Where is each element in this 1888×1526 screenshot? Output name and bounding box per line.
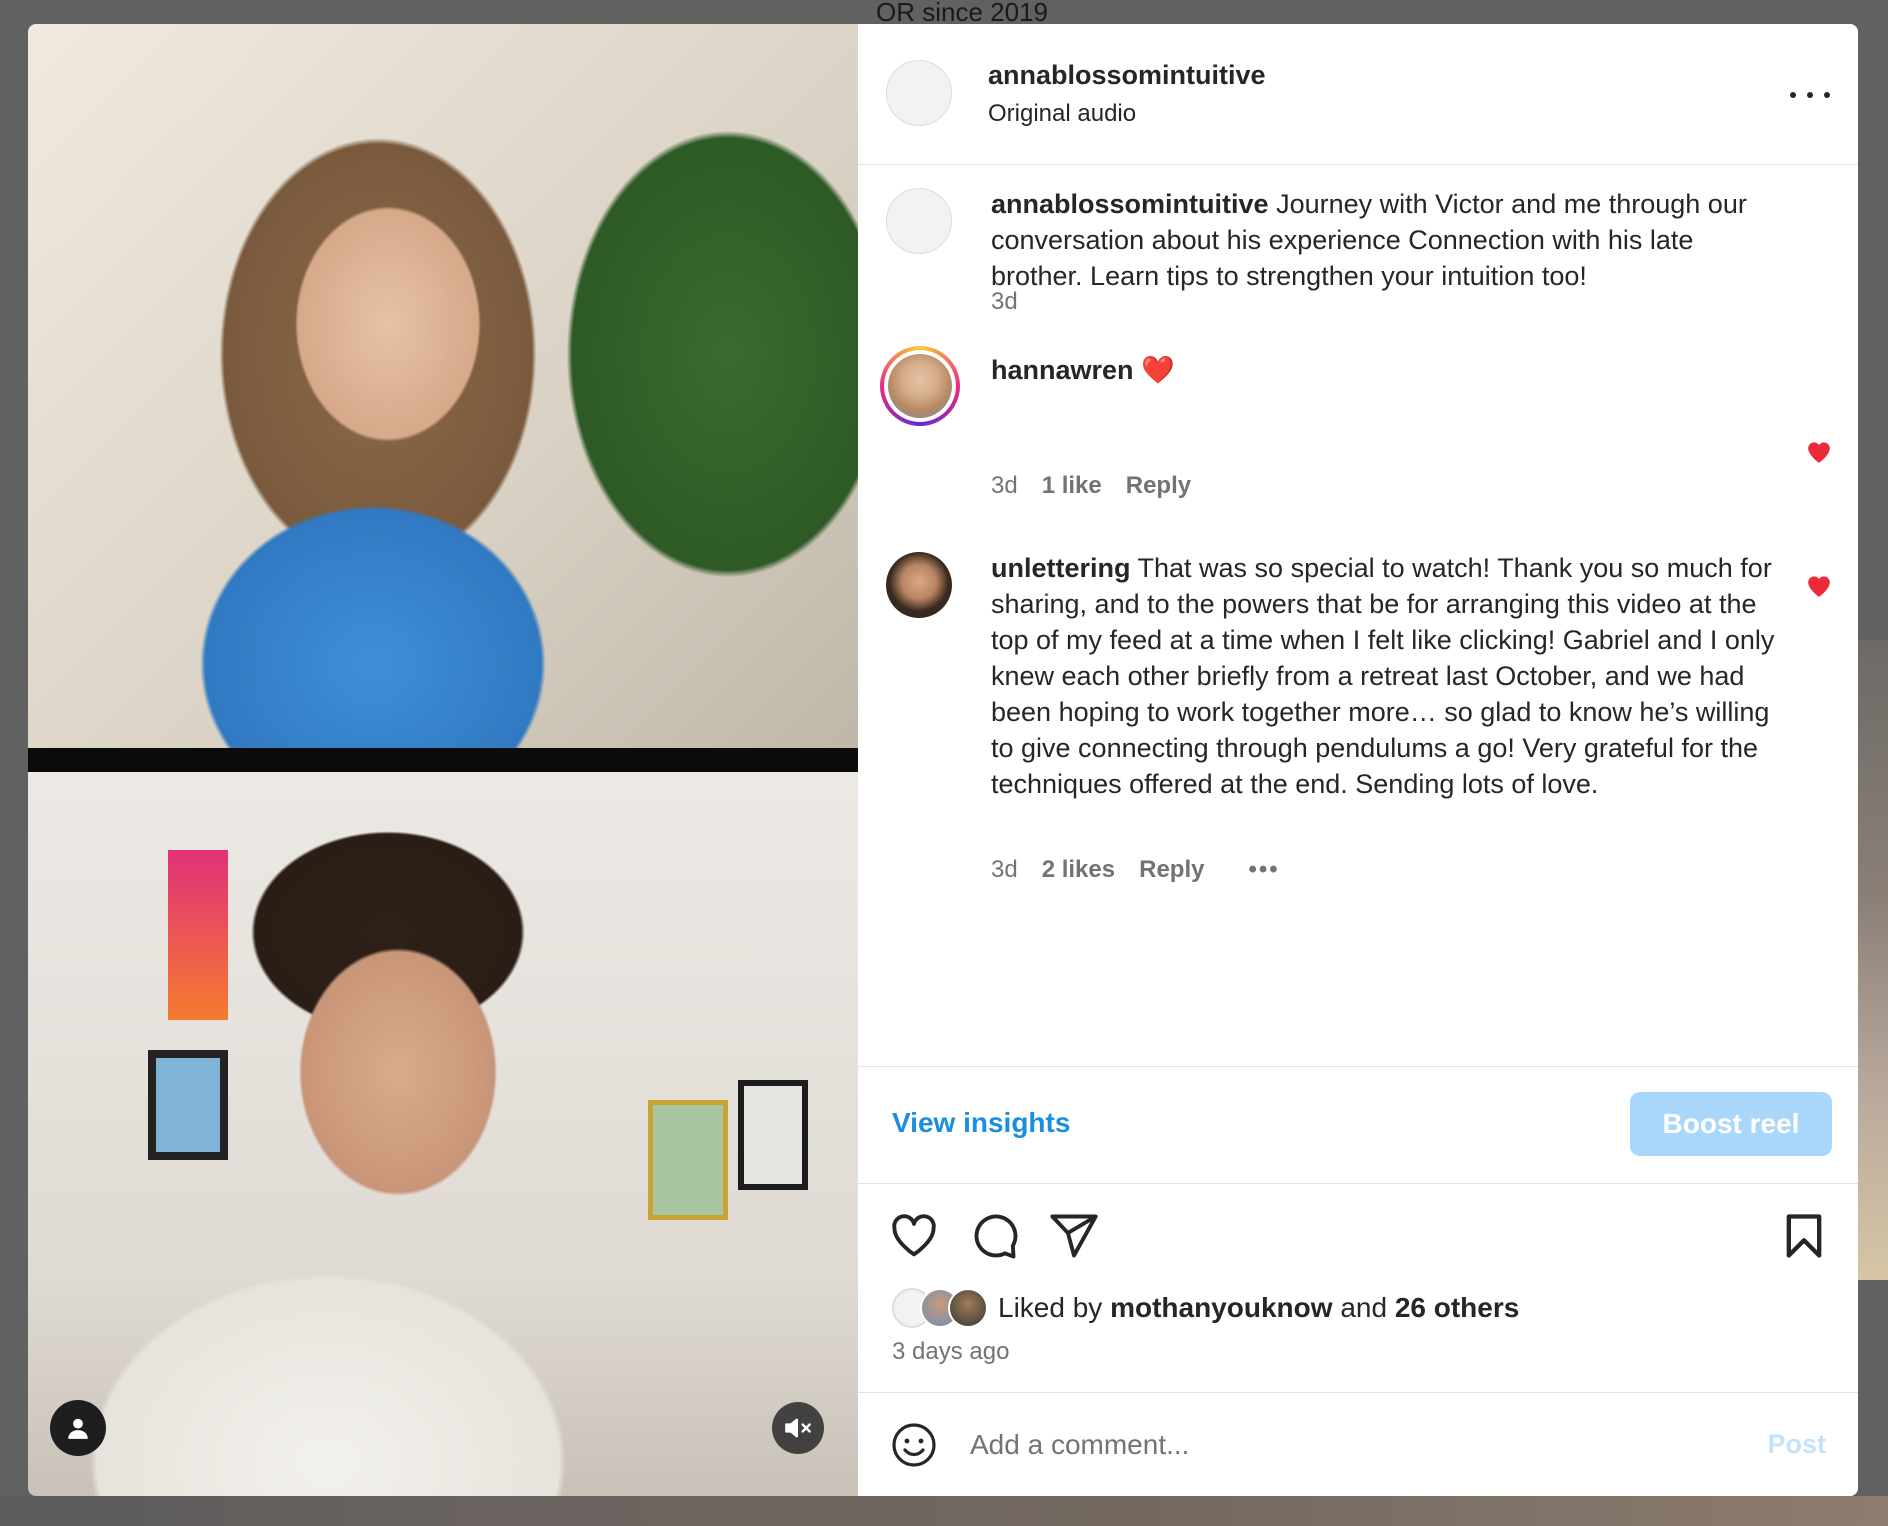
comment-username[interactable]: unlettering — [991, 553, 1131, 583]
comment-heart-icon[interactable] — [1806, 574, 1832, 598]
reply-button[interactable]: Reply — [1126, 472, 1191, 500]
commenter-avatar[interactable] — [880, 346, 960, 426]
more-options-button[interactable] — [1790, 80, 1830, 110]
post-timestamp: 3 days ago — [892, 1338, 1010, 1365]
comment: hannawren ❤️ — [991, 352, 1791, 388]
likes-summary: Liked by mothanyouknow and 26 others — [892, 1286, 1519, 1330]
comment-text: That was so special to watch! Thank you … — [991, 553, 1775, 799]
comment-time: 3d — [991, 856, 1018, 883]
reply-button[interactable]: Reply — [1139, 856, 1204, 884]
mute-icon — [785, 1418, 811, 1438]
background-right-image — [1858, 640, 1888, 1280]
details-panel: annablossomintuitive Original audio anna… — [858, 24, 1858, 1496]
caption-avatar[interactable] — [886, 188, 952, 254]
wall-frame — [148, 1050, 228, 1160]
reel-header: annablossomintuitive Original audio — [858, 24, 1858, 165]
caption-username[interactable]: annablossomintuitive — [991, 189, 1269, 219]
liker-username[interactable]: mothanyouknow — [1110, 1292, 1332, 1324]
bookmark-icon[interactable] — [1778, 1210, 1830, 1262]
wall-frame — [738, 1080, 808, 1190]
author-username[interactable]: annablossomintuitive — [988, 60, 1266, 91]
comment-meta: 3d 1 like Reply — [991, 472, 1191, 500]
liked-by-and: and — [1340, 1292, 1388, 1323]
comment-meta: 3d 2 likes Reply ••• — [991, 856, 1280, 884]
share-icon[interactable] — [1048, 1210, 1100, 1262]
wall-poster — [168, 850, 228, 1020]
view-insights-link[interactable]: View insights — [892, 1107, 1070, 1139]
emoji-icon[interactable] — [890, 1421, 938, 1469]
wall-frame — [648, 1100, 728, 1220]
background-bottom-image — [0, 1496, 1888, 1526]
comment: unlettering That was so special to watch… — [991, 550, 1791, 802]
reel-video[interactable] — [28, 24, 858, 1496]
author-avatar[interactable] — [886, 60, 952, 126]
caption-meta: 3d — [991, 288, 1018, 316]
comment-heart-icon[interactable] — [1806, 440, 1832, 464]
comment-text: ❤️ — [1141, 355, 1175, 385]
comment-time: 3d — [991, 472, 1018, 499]
more-icon — [1790, 92, 1796, 98]
video-pane-top — [28, 24, 858, 748]
add-comment-input[interactable] — [970, 1421, 1690, 1469]
mute-button[interactable] — [772, 1402, 824, 1454]
caption-time: 3d — [991, 288, 1018, 315]
comments-list: annablossomintuitive Journey with Victor… — [858, 166, 1858, 1066]
comment-more-button[interactable]: ••• — [1248, 856, 1279, 884]
commenter-avatar[interactable] — [886, 552, 952, 618]
caption: annablossomintuitive Journey with Victor… — [991, 186, 1791, 294]
comment-username[interactable]: hannawren — [991, 355, 1134, 385]
heart-icon[interactable] — [888, 1210, 940, 1262]
add-comment-bar: Post — [858, 1392, 1858, 1496]
audio-label[interactable]: Original audio — [988, 100, 1136, 128]
video-pane-bottom — [28, 772, 858, 1496]
background-text: OR since 2019 — [876, 0, 1048, 24]
likes-others[interactable]: 26 others — [1395, 1292, 1520, 1324]
liker-avatars[interactable] — [892, 1286, 992, 1330]
liked-by-prefix: Liked by — [998, 1292, 1103, 1323]
reel-modal: annablossomintuitive Original audio anna… — [28, 24, 1858, 1496]
tagged-users-button[interactable] — [50, 1400, 106, 1456]
comment-icon[interactable] — [968, 1210, 1020, 1262]
post-comment-button[interactable]: Post — [1767, 1429, 1826, 1460]
insights-bar: View insights Boost reel — [858, 1066, 1858, 1184]
comment-likes[interactable]: 2 likes — [1042, 856, 1115, 884]
video-divider — [28, 748, 858, 772]
user-icon — [68, 1418, 88, 1439]
boost-reel-button[interactable]: Boost reel — [1630, 1092, 1832, 1156]
action-bar — [858, 1200, 1858, 1270]
comment-likes[interactable]: 1 like — [1042, 472, 1102, 500]
